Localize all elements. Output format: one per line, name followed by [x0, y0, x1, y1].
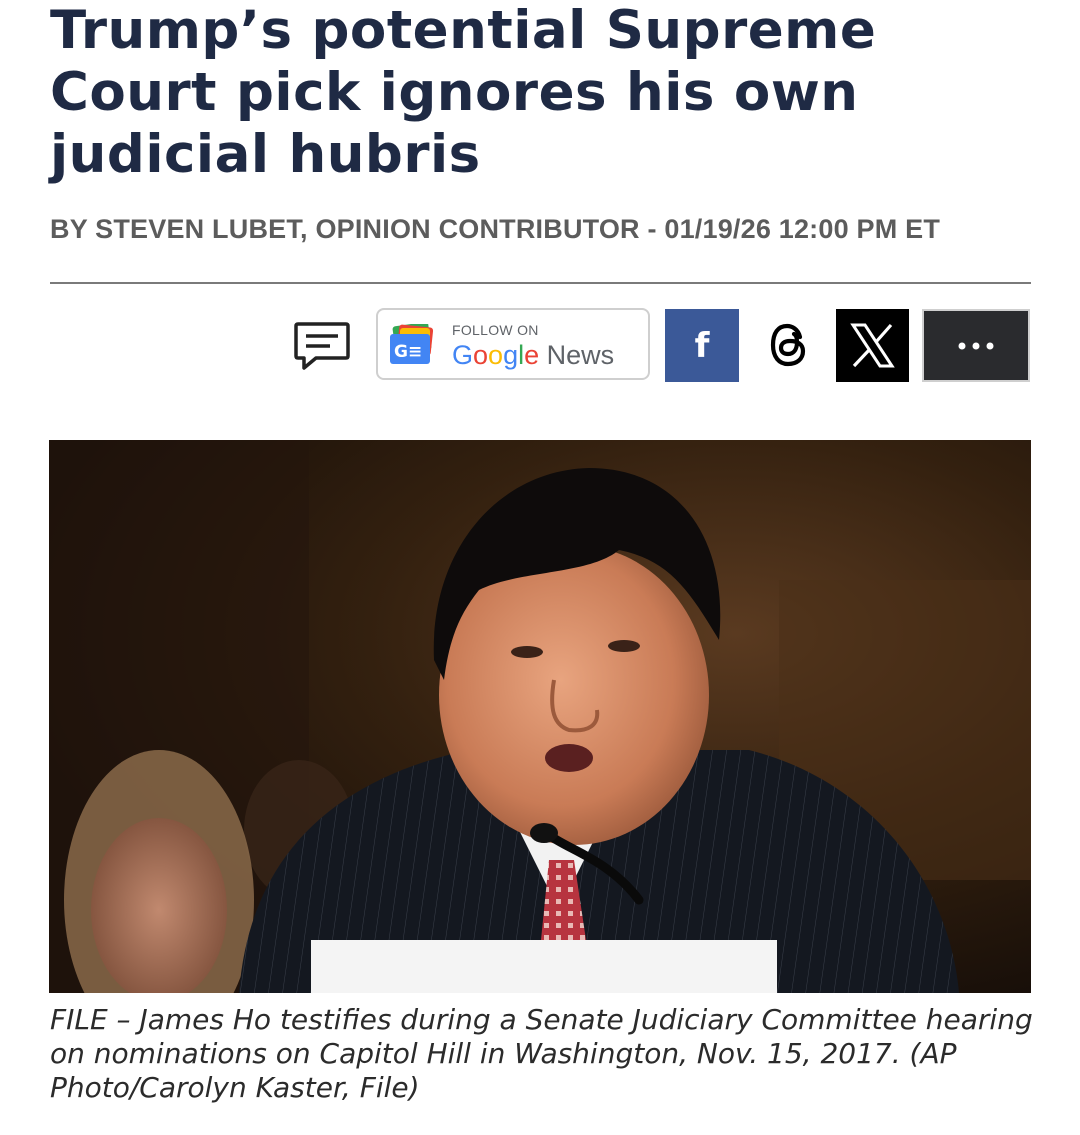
article-byline: BY STEVEN LUBET, OPINION CONTRIBUTOR - 0… [50, 214, 941, 244]
comment-bubble-icon [294, 322, 350, 370]
more-share-options-button[interactable] [922, 309, 1030, 382]
threads-share-button[interactable] [752, 309, 824, 382]
google-news-label: Google News [452, 340, 615, 370]
divider [50, 282, 1031, 284]
x-logo-icon [850, 323, 895, 368]
threads-icon [770, 323, 806, 367]
article-hero-photo [49, 440, 1031, 993]
facebook-share-button[interactable]: f [665, 309, 739, 382]
svg-text:f: f [695, 326, 711, 366]
x-share-button[interactable] [836, 309, 909, 382]
photo-illustration [49, 440, 1031, 993]
photo-caption: FILE – James Ho testifies during a Senat… [50, 1003, 1033, 1104]
comments-button[interactable] [292, 318, 352, 374]
follow-google-news-button[interactable]: G≡ FOLLOW ON Google News [376, 308, 650, 380]
facebook-icon: f [695, 326, 711, 366]
follow-on-label: FOLLOW ON [452, 322, 539, 338]
article-headline: Trump’s potential Supreme Court pick ign… [50, 0, 877, 185]
google-news-logo-icon: G≡ [390, 324, 434, 364]
share-bar: G≡ FOLLOW ON Google News f [0, 308, 1080, 384]
more-dots-icon [958, 342, 994, 350]
svg-text:G≡: G≡ [394, 342, 422, 362]
